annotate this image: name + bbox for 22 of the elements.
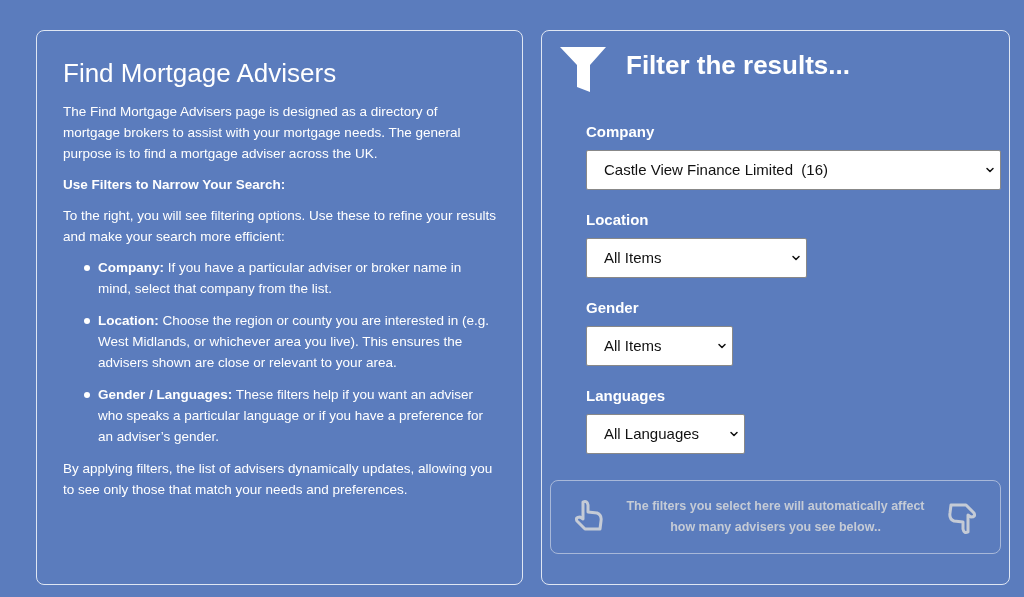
subheading: Use Filters to Narrow Your Search:	[63, 176, 287, 194]
dropdown-field[interactable]: Castle View Finance Limited (16)	[586, 150, 1001, 190]
page-title: Find Mortgage Advisers	[63, 57, 338, 90]
field-label: Gender	[586, 298, 640, 318]
field-label: Languages	[586, 386, 667, 406]
field-label: Company	[586, 122, 656, 142]
lead-paragraph: To the right, you will see filtering options. Use these to refine your results and make your search more efficient:	[63, 207, 496, 246]
bullet-text: Gender / Languages: These filters help if you want an adviser who speaks a particular language or if you have a preference for an adviser’s gender.	[98, 386, 484, 446]
dropdown-field[interactable]: All Items	[586, 238, 807, 278]
intro-paragraph: The Find Mortgage Advisers page is designed as a directory of mortgage brokers to assist with your mortgage needs. The general purpose is to find a mortgage adviser across the UK.	[63, 103, 462, 163]
bullet-text: Company: If you have a particular adviser or broker name in mind, select that company from the list.	[98, 259, 463, 298]
filter-title: Filter the results...	[626, 49, 850, 82]
bullet-text: Location: Choose the region or county you are interested in (e.g. West Midlands, or whichever area you live). This ensures the advisers shown are close or relevant to your area.	[98, 312, 490, 372]
dropdown-field[interactable]: All Languages	[586, 414, 745, 454]
filter-icon	[560, 47, 606, 92]
field-label: Location	[586, 210, 650, 230]
closing-paragraph: By applying filters, the list of advisers dynamically updates, allowing you to see only those that match your needs and preferences.	[63, 460, 494, 499]
note-text: The filters you select here will automatically affect how many advisers you see below..	[625, 498, 926, 536]
bullet-icon	[84, 392, 90, 398]
dropdown-field[interactable]: All Items	[586, 326, 733, 366]
bullet-icon	[84, 265, 90, 271]
bullet-icon	[84, 318, 90, 324]
